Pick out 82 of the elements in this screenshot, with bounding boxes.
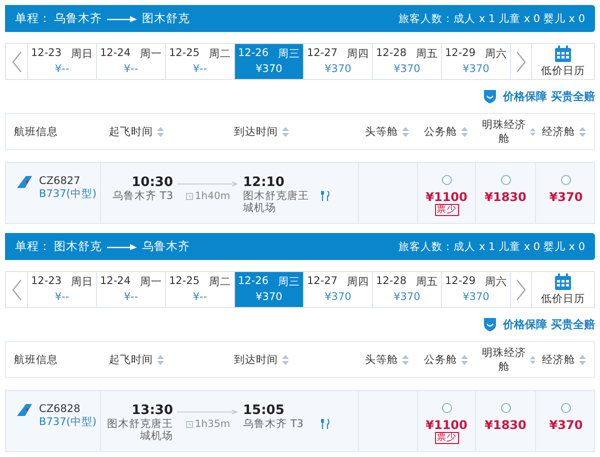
chevron-left-icon: [12, 278, 22, 300]
fare-radio[interactable]: [500, 175, 510, 185]
fare-radio[interactable]: [561, 175, 571, 185]
flight-duration: 1h35m: [194, 419, 230, 430]
sort-icon[interactable]: [282, 354, 289, 364]
fare-radio[interactable]: [500, 403, 510, 413]
column-header[interactable]: 公务舱: [424, 124, 457, 138]
departure-airport: 乌鲁木齐 T3: [112, 190, 173, 202]
route-arrow-icon: [107, 16, 137, 22]
column-header[interactable]: 头等舱: [365, 124, 398, 138]
fare-radio[interactable]: [442, 175, 452, 185]
trip-type-label: 单程：: [15, 11, 51, 26]
next-dates-button[interactable]: [510, 44, 532, 79]
sort-icon[interactable]: [530, 354, 536, 364]
sort-icon[interactable]: [579, 354, 586, 364]
clock-icon: [186, 421, 193, 428]
date-tab[interactable]: 12-26 周三 ¥370: [235, 44, 304, 79]
date-tab[interactable]: 12-26 周三 ¥370: [235, 272, 304, 307]
column-header[interactable]: 起飞时间: [109, 352, 153, 366]
fare-price: ¥1100: [426, 418, 468, 432]
arrival-time: 15:05: [243, 403, 284, 418]
sort-icon[interactable]: [530, 126, 536, 136]
chevron-right-icon: [516, 278, 526, 300]
arrival-airport: 图木舒克唐王城机场: [243, 190, 310, 214]
sort-icon[interactable]: [157, 126, 164, 136]
sort-icon[interactable]: [579, 126, 586, 136]
destination-city: 乌鲁木齐: [142, 239, 190, 254]
price-guarantee-text[interactable]: 价格保障 买贵全赔: [503, 89, 595, 104]
flight-arrow-icon: [177, 181, 239, 187]
fare-price: ¥1830: [484, 190, 526, 204]
sort-icon[interactable]: [402, 126, 409, 136]
column-header[interactable]: 经济舱: [542, 124, 575, 138]
fare-price: ¥370: [549, 190, 583, 204]
next-dates-button[interactable]: [510, 272, 532, 307]
shield-icon: [483, 317, 498, 332]
fare-price: ¥1100: [426, 190, 468, 204]
destination-city: 图木舒克: [142, 11, 190, 26]
origin-city: 乌鲁木齐: [54, 11, 102, 26]
departure-time: 10:30: [132, 175, 173, 190]
departure-airport: 图木舒克唐王城机场: [106, 418, 173, 442]
sort-icon[interactable]: [461, 126, 468, 136]
aircraft-type[interactable]: B737(中型): [39, 415, 96, 429]
column-header[interactable]: 航班信息: [14, 124, 58, 138]
flight-number: CZ6827: [39, 175, 82, 187]
fare-radio[interactable]: [442, 403, 452, 413]
flight-arrow-icon: [177, 409, 239, 415]
column-header[interactable]: 到达时间: [234, 124, 278, 138]
sort-icon[interactable]: [402, 354, 409, 364]
fare-price: ¥370: [549, 418, 583, 432]
column-header[interactable]: 头等舱: [365, 352, 398, 366]
departure-time: 13:30: [132, 403, 173, 418]
column-header[interactable]: 航班信息: [14, 352, 58, 366]
route-arrow-icon: [107, 244, 137, 250]
calendar-icon: [554, 45, 572, 63]
shield-icon: [483, 89, 498, 104]
aircraft-type[interactable]: B737(中型): [39, 187, 96, 201]
flight-duration: 1h40m: [194, 191, 230, 202]
calendar-icon: [554, 273, 572, 291]
passenger-count: 旅客人数：成人 x 1 儿童 x 0 婴儿 x 0: [398, 240, 585, 254]
chevron-right-icon: [516, 50, 526, 72]
fare-price: ¥1830: [484, 418, 526, 432]
sort-icon[interactable]: [157, 354, 164, 364]
column-header[interactable]: 到达时间: [234, 352, 278, 366]
clock-icon: [186, 193, 193, 200]
sort-icon[interactable]: [461, 354, 468, 364]
column-header[interactable]: 明珠经济舱: [482, 346, 526, 374]
column-header[interactable]: 明珠经济舱: [482, 118, 526, 146]
trip-type-label: 单程：: [15, 239, 51, 254]
sort-icon[interactable]: [282, 126, 289, 136]
passenger-count: 旅客人数：成人 x 1 儿童 x 0 婴儿 x 0: [398, 12, 585, 26]
arrival-airport: 乌鲁木齐 T3: [243, 418, 304, 430]
fare-radio[interactable]: [561, 403, 571, 413]
column-header[interactable]: 公务舱: [424, 352, 457, 366]
column-header[interactable]: 经济舱: [542, 352, 575, 366]
column-header[interactable]: 起飞时间: [109, 124, 153, 138]
origin-city: 图木舒克: [54, 239, 102, 254]
chevron-left-icon: [12, 50, 22, 72]
flight-number: CZ6828: [39, 403, 82, 415]
airline-tail-icon: [16, 175, 33, 189]
arrival-time: 12:10: [243, 175, 284, 190]
price-guarantee-text[interactable]: 价格保障 买贵全赔: [503, 317, 595, 332]
airline-tail-icon: [16, 403, 33, 417]
